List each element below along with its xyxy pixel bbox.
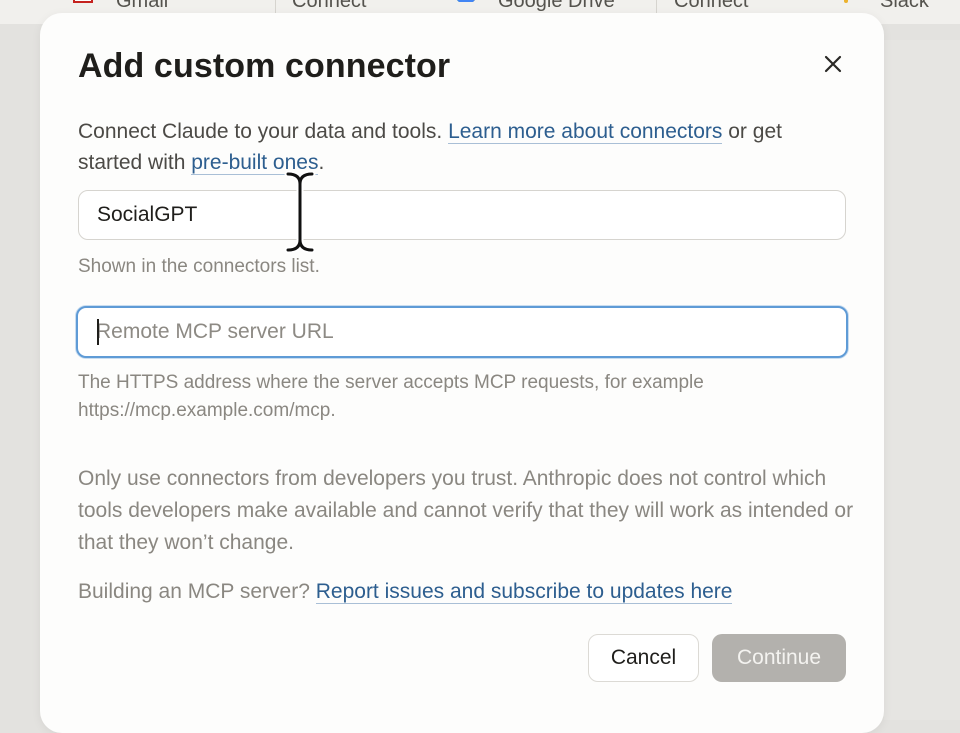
connector-row: Gmail Connect Google Drive Connect Slack [0, 0, 960, 14]
name-hint: Shown in the connectors list. [78, 256, 320, 277]
learn-more-link[interactable]: Learn more about connectors [448, 120, 723, 144]
add-custom-connector-dialog: Add custom connector Connect Claude to y… [40, 13, 884, 733]
cancel-button[interactable]: Cancel [588, 634, 699, 682]
google-drive-icon [454, 0, 476, 4]
connector-name-google-drive: Google Drive [498, 0, 615, 12]
server-url-input[interactable] [76, 306, 848, 358]
continue-button[interactable]: Continue [712, 634, 846, 682]
building-lead: Building an MCP server? [78, 580, 316, 603]
report-issues-link[interactable]: Report issues and subscribe to updates h… [315, 580, 733, 604]
connector-name-gmail: Gmail [116, 0, 169, 12]
close-icon [824, 55, 842, 73]
prebuilt-connectors-link[interactable]: pre-built ones [191, 151, 319, 175]
url-hint: The HTTPS address where the server accep… [78, 372, 704, 421]
building-mcp-text: Building an MCP server? Report issues an… [78, 577, 733, 607]
intro-end: . [318, 151, 325, 174]
intro-lead: Connect Claude to your data and tools. [78, 120, 449, 143]
connect-button-google-drive[interactable]: Connect [674, 0, 749, 13]
dialog-title: Add custom connector [78, 47, 451, 85]
slack-icon [836, 0, 858, 4]
gmail-icon [72, 0, 94, 4]
connector-name-input[interactable] [78, 190, 846, 240]
text-caret [97, 319, 99, 345]
background-panel [884, 40, 960, 720]
divider [656, 0, 657, 14]
close-button[interactable] [818, 49, 848, 79]
intro-text: Connect Claude to your data and tools. L… [78, 116, 838, 178]
connector-name-slack: Slack [880, 0, 929, 12]
divider [275, 0, 276, 14]
connect-button-gmail[interactable]: Connect [292, 0, 367, 13]
trust-warning: Only use connectors from developers you … [78, 467, 854, 554]
